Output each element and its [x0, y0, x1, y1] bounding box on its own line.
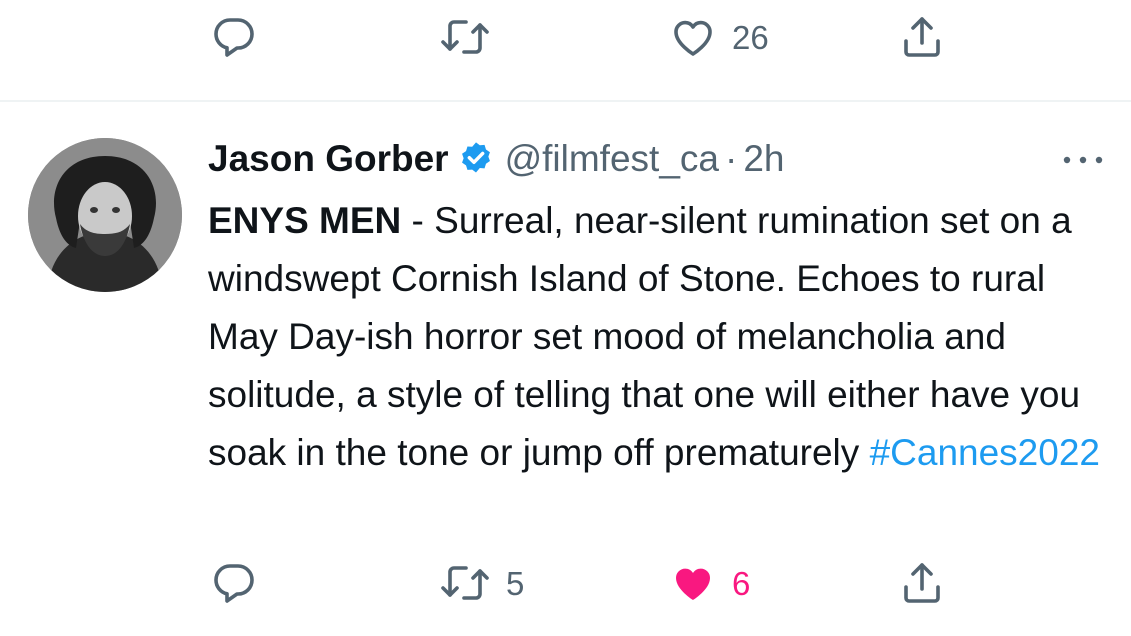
share-icon — [904, 17, 940, 57]
verified-badge-icon — [461, 142, 490, 173]
reply-button[interactable] — [210, 548, 258, 618]
header-separator: · — [724, 138, 738, 179]
verified-badge — [457, 140, 495, 178]
hashtag-link[interactable]: #Cannes2022 — [870, 432, 1100, 473]
share-button[interactable] — [898, 548, 946, 618]
previous-tweet-actions: 26 — [0, 2, 1131, 72]
retweet-button[interactable] — [438, 2, 492, 72]
tweet-header: Jason Gorber @filmfest_ca · 2h — [208, 134, 784, 184]
like-button[interactable]: 26 — [668, 2, 769, 72]
heart-icon — [675, 568, 711, 600]
like-button[interactable]: 6 — [668, 548, 750, 618]
reply-icon — [214, 18, 254, 57]
reply-icon — [214, 564, 254, 603]
more-options-icon — [1063, 156, 1103, 164]
share-button[interactable] — [898, 2, 946, 72]
more-options-button[interactable] — [1058, 140, 1108, 180]
reply-button[interactable] — [210, 2, 258, 72]
retweet-count: 5 — [506, 564, 525, 602]
like-count: 26 — [732, 18, 769, 56]
like-count: 6 — [732, 564, 751, 602]
retweet-icon — [441, 566, 489, 600]
tweet-divider — [0, 100, 1131, 102]
tweet-timestamp[interactable]: 2h — [743, 138, 784, 180]
author-handle[interactable]: @filmfest_ca — [505, 138, 719, 180]
retweet-icon — [441, 20, 489, 54]
avatar[interactable] — [28, 138, 182, 292]
tweet-actions: 5 6 — [0, 548, 1131, 618]
heart-icon — [674, 20, 712, 56]
tweet-text-title: ENYS MEN — [208, 200, 402, 241]
share-icon — [904, 563, 940, 603]
retweet-button[interactable]: 5 — [438, 548, 524, 618]
tweet-text: ENYS MEN - Surreal, near-silent ruminati… — [208, 192, 1113, 482]
author-name[interactable]: Jason Gorber — [208, 138, 449, 180]
